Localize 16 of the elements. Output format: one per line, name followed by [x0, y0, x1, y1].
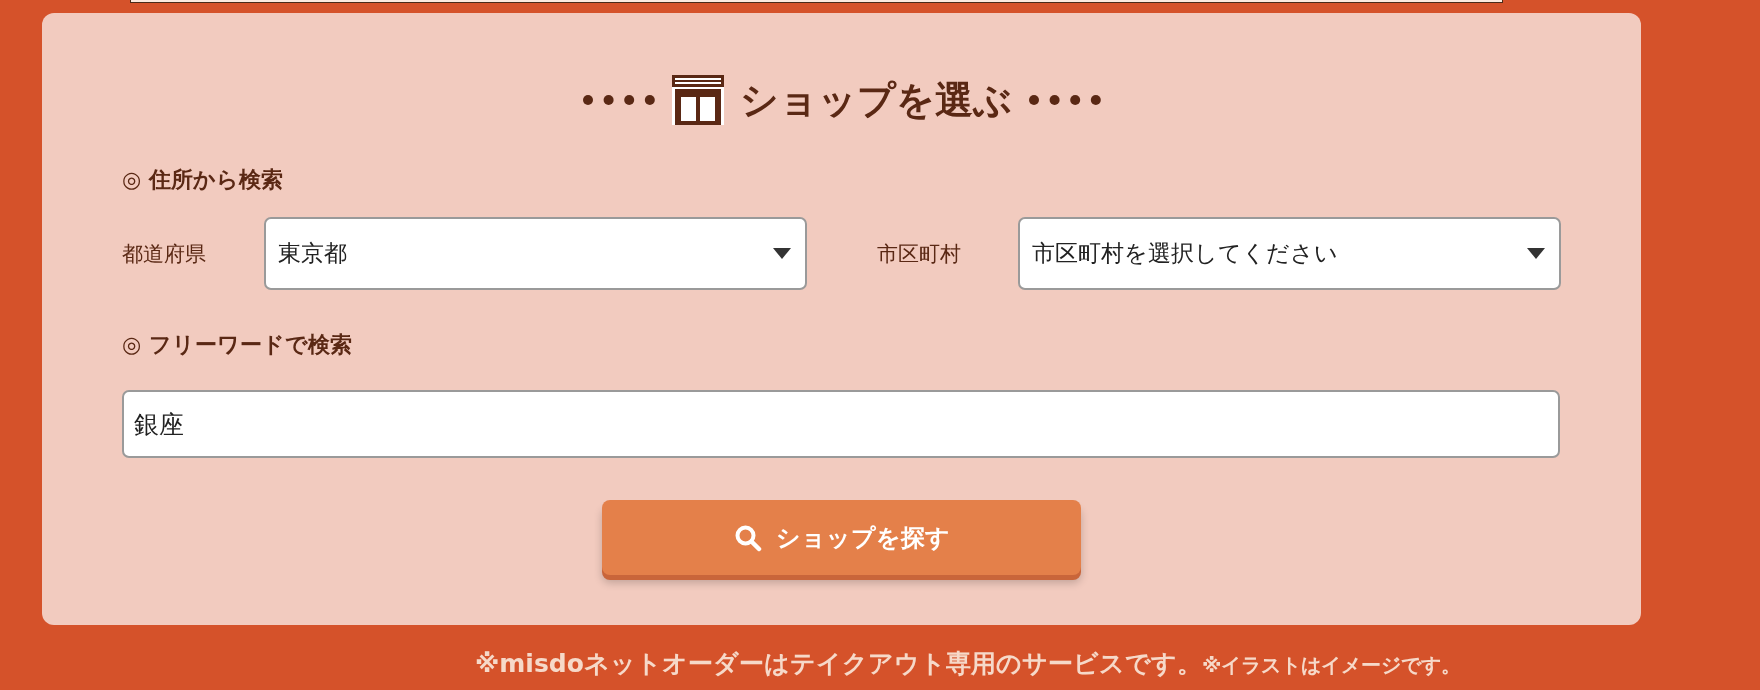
field-label: 市区町村: [877, 240, 962, 268]
dropdown[interactable]: 東京都: [264, 217, 807, 290]
caret-icon: [773, 248, 791, 259]
dots-icon: [581, 94, 656, 106]
footer-note: ※イラストはイメージです。: [1201, 652, 1462, 679]
section-title: ショップを選ぶ: [739, 76, 1012, 124]
footer-note: ※misdoネットオーダーはテイクアウト専用のサービスです。: [475, 648, 1202, 680]
dots-icon: [1027, 94, 1102, 106]
search-icon: [733, 523, 762, 552]
dropdown[interactable]: 市区町村を選択してください: [1018, 217, 1561, 290]
shop-icon: [671, 75, 724, 125]
freeword-search-heading: ◎ フリーワードで検索: [122, 331, 353, 359]
caret-icon: [1527, 248, 1545, 259]
address-search-heading: ◎ 住所から検索: [122, 166, 284, 194]
freeword-input-field[interactable]: 銀座: [122, 390, 1560, 458]
field-label: 都道府県: [122, 240, 207, 268]
